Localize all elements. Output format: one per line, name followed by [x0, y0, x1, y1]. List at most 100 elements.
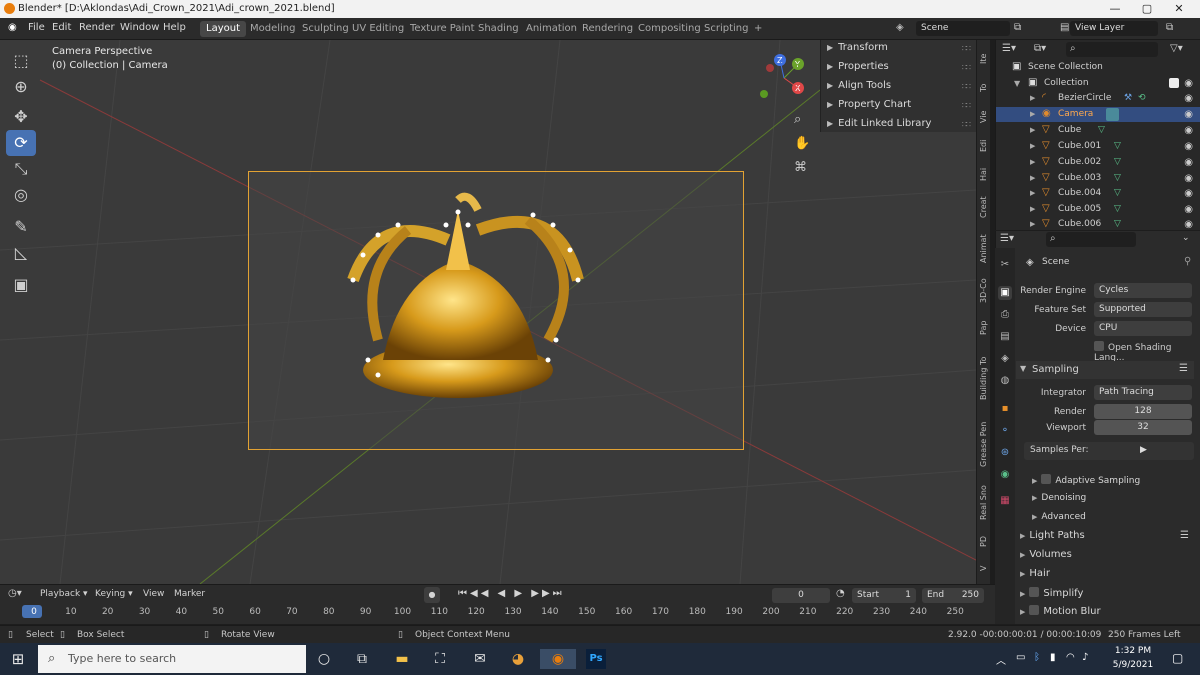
visibility-eye-icon[interactable]: ◉ — [1184, 91, 1193, 106]
tab-hair[interactable]: Hai — [977, 164, 991, 184]
task-view-icon[interactable]: ⧉ — [352, 649, 372, 669]
tab-animation[interactable]: Animation — [520, 21, 583, 37]
view-layer-properties-icon[interactable]: ▤ — [998, 330, 1012, 344]
expand-arrow-icon[interactable]: ▶ — [1030, 139, 1035, 154]
new-view-layer-icon[interactable]: ⧉ — [1166, 22, 1173, 33]
samples-per-row[interactable]: Samples Per: ▶ — [1024, 442, 1194, 460]
scale-tool-icon[interactable]: ⤡ — [6, 156, 36, 182]
current-frame-field[interactable]: 0 — [772, 588, 830, 603]
expand-arrow-icon[interactable]: ▶ — [1030, 155, 1035, 170]
panel-edit-linked-library[interactable]: ▶ Edit Linked Library — [827, 118, 931, 129]
visibility-eye-icon[interactable]: ◉ — [1184, 155, 1193, 170]
viewport-samples-field[interactable]: 32 — [1094, 420, 1192, 435]
outliner-item[interactable]: ▶ ▽ Cube.001 ▽ ◉ — [996, 139, 1200, 154]
tab-scripting[interactable]: Scripting — [698, 21, 754, 37]
menu-help[interactable]: Help — [163, 22, 186, 33]
camera-view-icon[interactable]: ⌘ — [794, 160, 807, 175]
tab-real-snow[interactable]: Real Sno — [977, 482, 991, 524]
cortana-icon[interactable]: ○ — [314, 649, 334, 669]
record-button[interactable]: ● — [424, 587, 440, 603]
tab-pap[interactable]: Pap — [977, 316, 991, 340]
tray-chevron-icon[interactable]: ︿ — [996, 652, 1006, 667]
blender-taskbar-icon[interactable]: ◉ — [540, 649, 576, 669]
keying-menu[interactable]: Keying ▾ — [95, 589, 133, 599]
close-icon[interactable]: ✕ — [1172, 2, 1186, 16]
display-mode-icon[interactable]: ☰▾ — [1002, 43, 1016, 54]
visibility-eye-icon[interactable]: ◉ — [1184, 186, 1193, 201]
texture-properties-icon[interactable]: ▦ — [998, 494, 1012, 508]
outliner-scene-collection[interactable]: ▣ Scene Collection — [996, 60, 1200, 75]
blender-menu-icon[interactable]: ◉ — [8, 22, 17, 33]
tab-view[interactable]: Vie — [977, 106, 991, 128]
tab-pd[interactable]: PD — [977, 532, 991, 552]
network-icon[interactable]: ◠ — [1066, 652, 1075, 663]
file-explorer-icon[interactable]: ▬ — [392, 649, 412, 669]
tab-rendering[interactable]: Rendering — [576, 21, 639, 37]
render-samples-field[interactable]: 128 — [1094, 404, 1192, 419]
drag-handle-icon[interactable]: ∷∷ — [962, 101, 971, 110]
chrome-icon[interactable]: ◕ — [508, 649, 528, 669]
device-dropdown[interactable]: CPU — [1094, 321, 1192, 336]
outliner-collection[interactable]: ▼ ▣ Collection ◉ — [996, 76, 1200, 91]
drag-handle-icon[interactable]: ∷∷ — [962, 82, 971, 91]
filter-view-icon[interactable]: ⧉▾ — [1034, 43, 1046, 54]
outliner-item-selected[interactable]: ▶ ◉ Camera ◉ — [996, 107, 1200, 122]
select-box-tool-icon[interactable]: ⬚ — [6, 48, 36, 74]
move-tool-icon[interactable]: ✥ — [6, 104, 36, 130]
tab-texture-paint[interactable]: Texture Paint — [404, 21, 481, 37]
windows-start-icon[interactable]: ⊞ — [8, 649, 28, 669]
osl-checkbox[interactable]: Open Shading Lang... — [1094, 341, 1200, 363]
annotate-tool-icon[interactable]: ✎ — [6, 214, 36, 240]
tab-tool[interactable]: To — [977, 78, 991, 98]
pan-hand-icon[interactable]: ✋ — [794, 136, 810, 151]
visibility-eye-icon[interactable]: ◉ — [1184, 123, 1193, 138]
tool-properties-icon[interactable]: ✂ — [998, 258, 1012, 272]
visibility-eye-icon[interactable]: ◉ — [1184, 76, 1193, 91]
motion-blur-panel[interactable]: ▶ Motion Blur — [1020, 605, 1101, 617]
editor-type-icon[interactable]: ☰▾ — [1000, 233, 1014, 244]
zoom-icon[interactable]: ⌕ — [794, 112, 801, 127]
drag-handle-icon[interactable]: ∷∷ — [962, 63, 971, 72]
menu-render[interactable]: Render — [79, 22, 115, 33]
photoshop-icon[interactable]: Ps — [586, 649, 606, 669]
stopwatch-icon[interactable]: ◔ — [836, 588, 845, 599]
panel-properties[interactable]: ▶ Properties — [827, 61, 889, 72]
visibility-eye-icon[interactable]: ◉ — [1184, 107, 1193, 122]
outliner-item[interactable]: ▶ ▽ Cube.003 ▽ ◉ — [996, 171, 1200, 186]
collection-checkbox[interactable] — [1169, 78, 1179, 88]
outliner-item[interactable]: ▶ ▽ Cube.004 ▽ ◉ — [996, 186, 1200, 201]
tab-3d-coat[interactable]: 3D-Co — [977, 276, 991, 306]
sampling-panel-header[interactable]: ▼ Sampling ☰ — [1016, 361, 1194, 379]
timeline-editor-icon[interactable]: ◷▾ — [8, 588, 22, 599]
expand-arrow-icon[interactable]: ▶ — [1030, 107, 1035, 122]
measure-tool-icon[interactable]: ◺ — [6, 240, 36, 266]
tray-device-icon[interactable]: ▭ — [1016, 652, 1025, 663]
playback-controls[interactable]: ⏮◀◀ ◀ ▶ ▶▶⏭ — [458, 588, 565, 599]
preset-list-icon[interactable]: ☰ — [1179, 363, 1188, 374]
navigation-gizmo[interactable]: X Y Z — [756, 54, 816, 114]
end-frame-field[interactable]: End 250 — [922, 588, 984, 603]
visibility-eye-icon[interactable]: ◉ — [1184, 171, 1193, 186]
drag-handle-icon[interactable]: ∷∷ — [962, 120, 971, 129]
marker-menu[interactable]: Marker — [174, 589, 205, 599]
light-paths-panel[interactable]: ▶ Light Paths — [1020, 530, 1085, 541]
transform-tool-icon[interactable]: ◎ — [6, 182, 36, 208]
scene-field[interactable]: Scene — [916, 21, 1010, 36]
output-properties-icon[interactable]: ⎙ — [998, 308, 1012, 322]
store-icon[interactable]: ⛶ — [430, 649, 450, 669]
physics-properties-icon[interactable]: ⊛ — [998, 446, 1012, 460]
expand-arrow-icon[interactable]: ▼ — [1014, 76, 1020, 91]
object-properties-icon[interactable]: ▪ — [998, 402, 1012, 416]
render-properties-icon[interactable]: ▣ — [998, 286, 1012, 300]
taskbar-time[interactable]: 1:32 PM — [1108, 646, 1158, 656]
visibility-eye-icon[interactable]: ◉ — [1184, 217, 1193, 230]
render-engine-dropdown[interactable]: Cycles — [1094, 283, 1192, 298]
minimize-icon[interactable]: — — [1108, 2, 1122, 16]
menu-edit[interactable]: Edit — [52, 22, 71, 33]
options-chevron-icon[interactable]: ⌄ — [1182, 233, 1190, 243]
scene-properties-icon[interactable]: ◈ — [998, 352, 1012, 366]
battery-icon[interactable]: ▮ — [1050, 652, 1056, 663]
view-layer-icon[interactable]: ▤ — [1060, 22, 1069, 33]
visibility-eye-icon[interactable]: ◉ — [1184, 202, 1193, 217]
feature-set-dropdown[interactable]: Supported — [1094, 302, 1192, 317]
